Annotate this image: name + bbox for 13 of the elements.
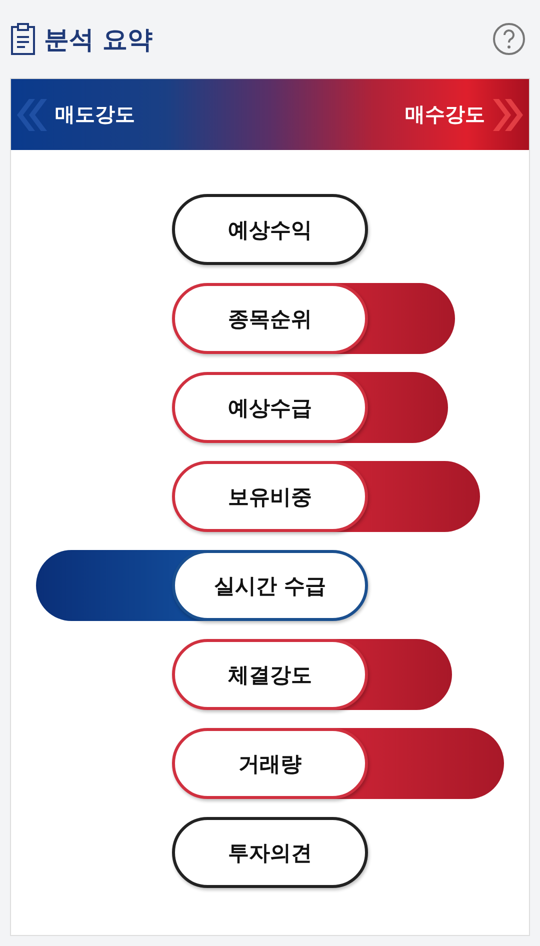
indicator-button[interactable]: 종목순위 (172, 283, 368, 354)
indicator-button[interactable]: 예상수급 (172, 372, 368, 443)
page-title: 분석 요약 (44, 24, 153, 56)
indicator-button[interactable]: 투자의견 (172, 817, 368, 888)
clipboard-icon (10, 22, 36, 56)
indicator-button[interactable]: 예상수익 (172, 194, 368, 265)
buy-strength-label: 매수강도 (405, 101, 485, 128)
sell-strength-label: 매도강도 (55, 101, 135, 128)
indicator-button[interactable]: 체결강도 (172, 639, 368, 710)
indicator-button[interactable]: 거래량 (172, 728, 368, 799)
indicator-button[interactable]: 보유비중 (172, 461, 368, 532)
indicator-button[interactable]: 실시간 수급 (172, 550, 368, 621)
help-icon[interactable] (492, 22, 526, 56)
